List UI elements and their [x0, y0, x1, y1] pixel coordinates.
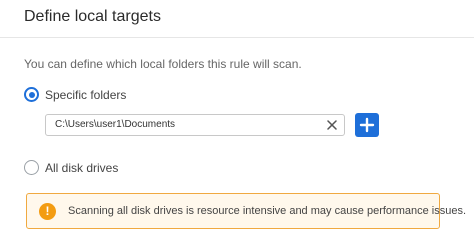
define-local-targets-dialog: Define local targets You can define whic… [0, 0, 474, 247]
plus-icon [359, 117, 375, 133]
warning-icon: ! [39, 203, 56, 220]
all-disk-drives-label: All disk drives [45, 160, 119, 175]
all-disk-drives-option[interactable]: All disk drives [24, 160, 118, 175]
folder-path-value: C:\Users\user1\Documents [55, 119, 176, 130]
specific-folders-radio[interactable] [24, 87, 39, 102]
add-folder-button[interactable] [355, 113, 379, 137]
dialog-header: Define local targets [0, 0, 474, 38]
folder-path-field[interactable]: C:\Users\user1\Documents [45, 114, 345, 136]
close-icon [327, 120, 337, 130]
dialog-title: Define local targets [24, 8, 161, 25]
dialog-description: You can define which local folders this … [24, 57, 302, 71]
performance-warning: ! Scanning all disk drives is resource i… [26, 193, 466, 229]
warning-text: Scanning all disk drives is resource int… [68, 205, 467, 217]
all-disk-drives-radio[interactable] [24, 160, 39, 175]
clear-path-button[interactable] [325, 118, 339, 132]
specific-folders-option[interactable]: Specific folders [24, 87, 126, 102]
specific-folders-label: Specific folders [45, 87, 127, 102]
